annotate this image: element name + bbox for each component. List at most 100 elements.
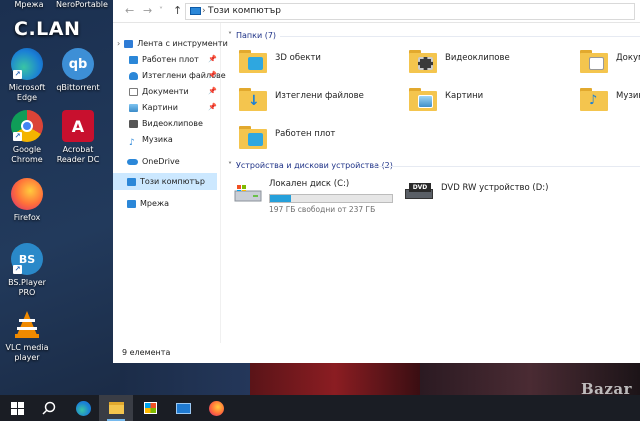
folder-name: Музика — [616, 91, 640, 101]
nav-label: Този компютър — [140, 177, 205, 186]
vlc-icon — [11, 308, 43, 340]
store-icon — [143, 402, 157, 414]
nav-item-documents[interactable]: Документи — [129, 85, 189, 99]
desktop-icon-label: Acrobat Reader DC — [56, 145, 100, 164]
pin-icon: 📌 — [208, 103, 217, 111]
taskbar-file-explorer[interactable] — [99, 395, 133, 421]
disk-usage-fill — [270, 195, 291, 202]
nav-network[interactable]: Мрежа — [127, 197, 169, 211]
music-folder-icon: ♪ — [580, 85, 610, 111]
item-count-text: 9 елемента — [122, 348, 171, 357]
folder-name: 3D обекти — [275, 53, 321, 63]
wallpaper-band — [120, 362, 250, 395]
documents-icon — [129, 87, 138, 96]
desktop-icon-network[interactable]: Мрежа — [4, 0, 54, 10]
drive-item-dvd[interactable]: DVD DVD RW устройство (D:) — [405, 177, 605, 211]
nav-quick-access[interactable]: › Лента с инструменти — [117, 37, 228, 51]
disk-free-text: 197 ГБ свободни от 237 ГБ — [269, 205, 376, 214]
edge-icon — [75, 400, 91, 416]
desktop-icon-label: qBittorrent — [56, 83, 100, 92]
nav-item-music[interactable]: ♪ Музика — [129, 133, 173, 148]
nav-item-videos[interactable]: Видеоклипове — [129, 117, 203, 131]
forward-arrow-icon[interactable]: → — [143, 4, 152, 17]
folder-item-music[interactable]: ♪ Музика — [580, 85, 640, 121]
nav-label: Мрежа — [140, 199, 170, 208]
drive-item-local-disk[interactable]: Локален диск (C:) 197 ГБ свободни от 237… — [233, 177, 403, 214]
firefox-icon — [208, 400, 224, 416]
nav-label: Музика — [142, 135, 173, 144]
desktop-icon-edge[interactable]: ↗ Microsoft Edge — [2, 48, 52, 103]
bsplayer-icon: BS ↗ — [11, 243, 43, 275]
folder-item-documents[interactable]: Документи — [580, 47, 640, 83]
desktop-icon-label: Microsoft Edge — [8, 83, 46, 102]
dvd-badge: DVD — [409, 183, 431, 192]
breadcrumb-this-pc[interactable]: Този компютър — [208, 6, 281, 16]
nav-label: Работен плот — [142, 55, 199, 64]
desktop-icon-nero[interactable]: NeroPortable — [52, 0, 112, 10]
drives-group-header[interactable]: ˅ Устройства и дискови устройства (2) — [228, 161, 393, 170]
desktop-icon-qbittorrent[interactable]: qb qBittorrent — [53, 48, 103, 93]
start-icon — [10, 401, 24, 415]
search-button[interactable] — [32, 395, 66, 421]
star-icon — [124, 39, 134, 48]
desktop-icon-label: BS.Player PRO — [8, 278, 46, 297]
taskbar-firefox[interactable] — [199, 395, 233, 421]
desktop-icon-vlc[interactable]: VLC media player — [2, 308, 52, 363]
this-pc-icon — [190, 7, 201, 15]
group-divider — [375, 166, 640, 167]
desktop-icon-bsplayer[interactable]: BS ↗ BS.Player PRO — [2, 243, 52, 298]
folder-item-videos[interactable]: Видеоклипове — [409, 47, 559, 83]
desktop-icon-chrome[interactable]: ↗ Google Chrome — [2, 110, 52, 165]
expand-chevron-icon: › — [117, 39, 121, 48]
drive-name: DVD RW устройство (D:) — [441, 183, 549, 193]
taskbar — [0, 395, 640, 421]
nav-item-desktop[interactable]: Работен плот — [129, 53, 199, 67]
nav-label: OneDrive — [142, 157, 180, 166]
network-icon — [127, 199, 136, 208]
drive-name: Локален диск (C:) — [269, 179, 350, 189]
edge-icon: ↗ — [11, 48, 43, 80]
file-explorer-window: ← → ˅ ↑ › Този компютър › Лента с инструм… — [113, 0, 640, 363]
disk-usage-bar — [269, 194, 393, 203]
recent-chevron-icon[interactable]: ˅ — [159, 6, 163, 15]
folder-item-desktop[interactable]: Работен плот — [239, 123, 389, 159]
nav-onedrive[interactable]: OneDrive — [127, 155, 180, 169]
nav-this-pc[interactable]: Този компютър — [127, 175, 205, 189]
pictures-icon — [129, 103, 138, 112]
address-bar-row: ← → ˅ ↑ › Този компютър — [113, 0, 640, 23]
firefox-icon — [11, 178, 43, 210]
taskbar-edge[interactable] — [66, 395, 100, 421]
collapse-chevron-icon: ˅ — [228, 31, 232, 40]
folder-item-downloads[interactable]: ↓ Изтеглени файлове — [239, 85, 389, 121]
downloads-folder-icon: ↓ — [239, 85, 269, 111]
shortcut-arrow-icon: ↗ — [13, 265, 22, 274]
pictures-folder-icon — [409, 85, 439, 111]
start-button[interactable] — [0, 395, 34, 421]
shortcut-arrow-icon: ↗ — [13, 70, 22, 79]
address-box[interactable]: › Този компютър — [185, 3, 635, 20]
folders-group-header[interactable]: ˅ Папки (7) — [228, 31, 276, 40]
desktop-icon — [129, 55, 138, 64]
folders-group-title: Папки (7) — [236, 31, 277, 40]
taskbar-store[interactable] — [133, 395, 167, 421]
chrome-icon: ↗ — [11, 110, 43, 142]
status-bar: 9 елемента — [113, 343, 640, 363]
desktop-icon-label: Мрежа — [14, 0, 44, 9]
back-arrow-icon[interactable]: ← — [125, 4, 134, 17]
content-pane: ˅ Папки (7) 3D обекти Видеоклипове Докуме… — [225, 23, 640, 343]
up-arrow-icon[interactable]: ↑ — [173, 4, 182, 17]
drives-group-title: Устройства и дискови устройства (2) — [236, 161, 393, 170]
folder-item-pictures[interactable]: Картини — [409, 85, 559, 121]
desktop-icon-firefox[interactable]: Firefox — [2, 178, 52, 223]
nav-label: Лента с инструменти — [137, 39, 228, 48]
collapse-chevron-icon: ˅ — [228, 161, 232, 170]
desktop-icon-label: VLC media player — [5, 343, 49, 362]
3d-objects-icon — [239, 47, 269, 73]
desktop-icon-acrobat[interactable]: A Acrobat Reader DC — [53, 110, 103, 165]
nav-item-pictures[interactable]: Картини — [129, 101, 178, 115]
folder-item-3d-objects[interactable]: 3D обекти — [239, 47, 389, 83]
taskbar-mail[interactable] — [166, 395, 200, 421]
qbittorrent-icon: qb — [62, 48, 94, 80]
dvd-drive-icon: DVD — [405, 183, 433, 201]
file-explorer-icon — [108, 402, 124, 414]
